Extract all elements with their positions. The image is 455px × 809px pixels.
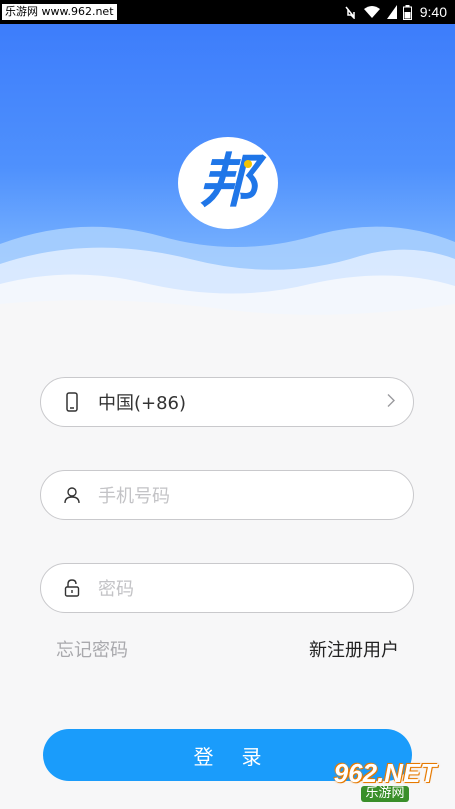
logo-glyph: 邦 <box>199 147 267 215</box>
password-placeholder: 密码 <box>98 579 134 600</box>
phone-icon <box>63 392 81 412</box>
password-field[interactable]: 密码 <box>40 563 414 613</box>
battery-icon <box>402 4 412 20</box>
chevron-right-icon <box>387 393 395 412</box>
country-code-value: 中国(+86) <box>98 393 187 414</box>
clock: 9:40 <box>419 4 447 20</box>
status-icons: 9:40 <box>343 0 447 24</box>
app-logo: 邦 <box>178 137 278 229</box>
phone-number-field[interactable]: 手机号码 <box>40 470 414 520</box>
signal-icon <box>386 5 397 19</box>
watermark-number: 962.NET <box>333 758 437 788</box>
mute-icon <box>345 6 355 19</box>
register-link[interactable]: 新注册用户 <box>309 636 399 662</box>
phone-number-placeholder: 手机号码 <box>98 486 170 507</box>
user-icon <box>63 485 81 505</box>
watermark-caption: 乐游网 <box>361 786 409 802</box>
watermark-text: 乐游网 www.962.net <box>2 4 117 20</box>
forgot-password-link[interactable]: 忘记密码 <box>56 636 128 662</box>
wifi-icon <box>363 6 380 18</box>
site-watermark: 962.NET 乐游网 <box>321 759 449 803</box>
status-bar: 乐游网 www.962.net 9:40 <box>0 0 455 24</box>
country-code-select[interactable]: 中国(+86) <box>40 377 414 427</box>
lock-icon <box>63 578 81 598</box>
